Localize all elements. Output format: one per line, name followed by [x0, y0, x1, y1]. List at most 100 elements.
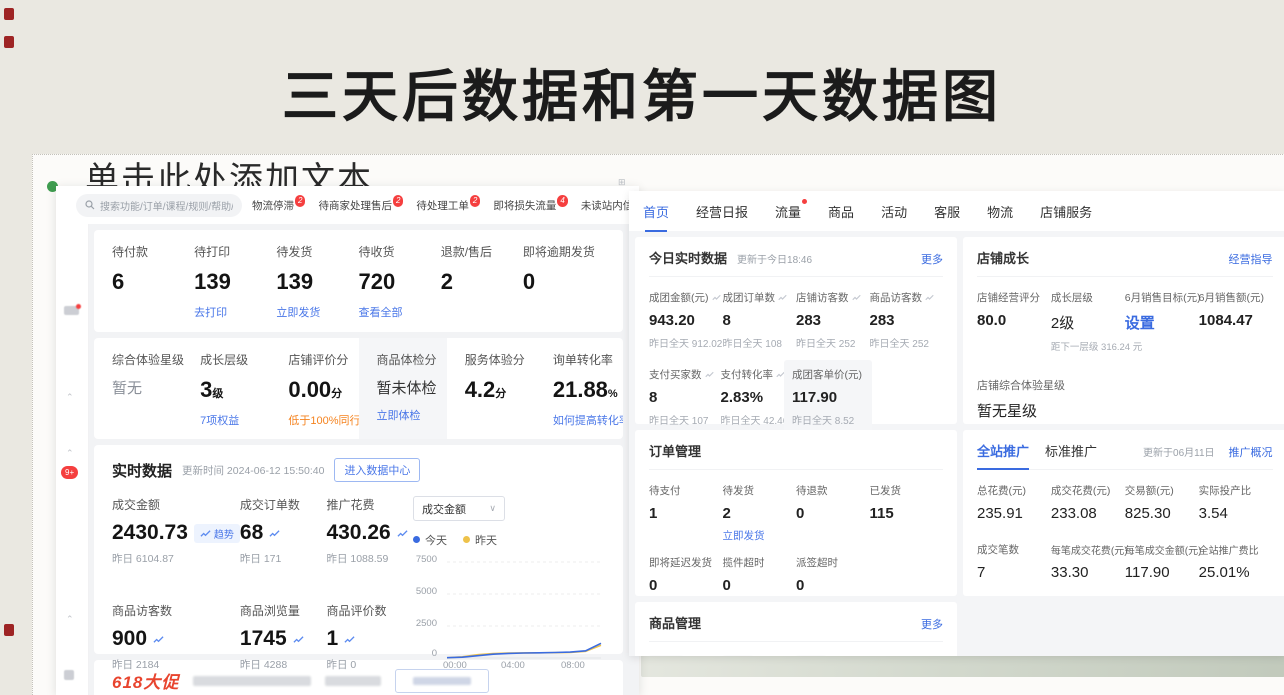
guidance-link[interactable]: 经营指导 — [1229, 251, 1273, 267]
metric-value: 117.90 — [1125, 564, 1199, 581]
edge-artifact — [4, 624, 14, 636]
legend-today[interactable]: 今天 — [413, 532, 447, 548]
nav-item-workorder[interactable]: 待处理工单2 — [416, 198, 480, 213]
benefits-link[interactable]: 7项权益 — [200, 412, 270, 428]
stat-label: 询单转化率 — [553, 351, 623, 368]
promotion-card: 全站推广 标准推广 更新于06月11日 推广概况 总花费(元)235.91 成交… — [963, 430, 1284, 596]
chevron-up-icon[interactable]: ⌃ — [66, 392, 74, 403]
left-dashboard: 治 搜索功能/订单/课程/规则/帮助/服务 物流停滞2 待商家处理售后2 待处理… — [56, 186, 639, 695]
check-now-link[interactable]: 立即体检 — [377, 407, 447, 423]
sidebar-badge: 9+ — [61, 466, 78, 479]
search-input[interactable]: 搜索功能/订单/课程/规则/帮助/服务 — [76, 194, 242, 217]
tab-service[interactable]: 客服 — [934, 202, 960, 221]
stat-label: 店铺评价分 — [288, 351, 358, 368]
data-center-button[interactable]: 进入数据中心 — [334, 458, 420, 482]
search-placeholder: 搜索功能/订单/课程/规则/帮助/服务 — [100, 198, 233, 213]
metric-value: 2430.73 — [112, 521, 188, 545]
promo-overview-link[interactable]: 推广概况 — [1229, 444, 1273, 460]
tab-traffic[interactable]: 流量 — [775, 202, 801, 221]
stat-value: 720 — [359, 269, 441, 295]
metric-sub: 昨日全天 912.02 — [649, 335, 723, 350]
metric-value: 8 — [649, 389, 721, 406]
nav-item-aftersale[interactable]: 待商家处理售后2 — [318, 198, 403, 213]
stat-value: 暂未体检 — [377, 377, 447, 398]
mini-chart-block: 成交金额∨ 今天 昨天 7500 5000 2500 0 — [413, 496, 605, 682]
tab-standard-promo[interactable]: 标准推广 — [1045, 441, 1097, 460]
tab-shop-services[interactable]: 店铺服务 — [1040, 202, 1092, 221]
stat-label: 服务体验分 — [465, 351, 535, 368]
chart-metric-select[interactable]: 成交金额∨ — [413, 496, 505, 521]
trend-icon — [925, 293, 934, 302]
trend-icon[interactable] — [397, 528, 408, 539]
tab-home[interactable]: 首页 — [643, 202, 669, 221]
metric-label: 商品浏览量 — [240, 602, 327, 619]
nav-item-traffic-loss[interactable]: 即将损失流量4 — [493, 198, 567, 213]
order-stats-card: 待付款6 待打印139去打印 待发货139立即发货 待收货720查看全部 退款/… — [94, 230, 623, 332]
improve-conversion-link[interactable]: 如何提高转化率 — [553, 412, 623, 428]
metric-sub: 昨日 171 — [240, 551, 327, 566]
more-link[interactable]: 更多 — [921, 616, 943, 632]
chevron-up-icon[interactable]: ⌃ — [66, 448, 74, 459]
trend-icon[interactable] — [153, 634, 164, 645]
metric-label: 推广花费 — [326, 496, 413, 513]
tab-logistics[interactable]: 物流 — [987, 202, 1013, 221]
metric-value: 1 — [649, 505, 723, 522]
chart-canvas — [441, 555, 605, 663]
view-all-link[interactable]: 查看全部 — [359, 304, 441, 320]
metric-label: 商品评价数 — [326, 602, 413, 619]
ship-now-link[interactable]: 立即发货 — [723, 528, 797, 543]
set-target-link[interactable]: 设置 — [1125, 312, 1199, 333]
tab-products[interactable]: 商品 — [828, 202, 854, 221]
y-tick: 7500 — [413, 554, 437, 565]
shop-score-card: 综合体验星级暂无 成长层级3级7项权益 店铺评价分0.00分低于100%同行 商… — [94, 338, 623, 439]
tab-daily-report[interactable]: 经营日报 — [696, 202, 748, 221]
trend-icon[interactable] — [293, 634, 304, 645]
metric-value: 80.0 — [977, 312, 1051, 329]
metric-sub: 昨日 1088.59 — [326, 551, 413, 566]
metric-sub: 昨日全天 107 — [649, 412, 721, 427]
next-level-hint: 距下一层级 316.24 元 — [1051, 339, 1125, 353]
legend-yesterday[interactable]: 昨天 — [463, 532, 497, 548]
y-tick: 0 — [413, 648, 437, 659]
metric-sub: 昨日全天 8.52 — [792, 412, 864, 427]
nav-item-logistics[interactable]: 物流停滞2 — [252, 198, 305, 213]
metric-value: 283 — [870, 312, 944, 329]
badge: 2 — [295, 195, 305, 207]
trend-icon — [852, 293, 861, 302]
star-label: 店铺综合体验星级 — [977, 377, 1273, 393]
metric-value: 115 — [870, 505, 944, 522]
trend-chip[interactable]: 趋势 — [194, 524, 240, 543]
tab-activities[interactable]: 活动 — [881, 202, 907, 221]
badge: 2 — [470, 195, 480, 207]
metric-label: 成交订单数 — [240, 496, 327, 513]
trend-icon[interactable] — [344, 634, 355, 645]
metric-value: 25.01% — [1199, 564, 1273, 581]
metric-value: 283 — [796, 312, 870, 329]
stat-value: 2 — [441, 269, 523, 295]
stat-label: 综合体验星级 — [112, 351, 182, 368]
card-title: 店铺成长 — [977, 248, 1029, 267]
sidebar-icon-blur[interactable] — [64, 670, 74, 680]
metric-value: 7 — [977, 564, 1051, 581]
tab-sitewide-promo[interactable]: 全站推广 — [977, 441, 1029, 460]
more-link[interactable]: 更多 — [921, 251, 943, 267]
trend-icon — [712, 293, 721, 302]
card-title: 商品管理 — [649, 613, 701, 632]
page-title: 三天后数据和第一天数据图 — [0, 52, 1284, 133]
product-management-card: 商品管理 更多 — [635, 602, 957, 656]
realtime-title: 实时数据 — [112, 460, 172, 481]
metric-value: 900 — [112, 627, 147, 651]
go-print-link[interactable]: 去打印 — [194, 304, 276, 320]
chevron-up-icon[interactable]: ⌃ — [66, 614, 74, 625]
stat-label: 待收货 — [359, 243, 441, 260]
ship-now-link[interactable]: 立即发货 — [276, 304, 358, 320]
right-tab-bar: 首页 经营日报 流量 商品 活动 客服 物流 店铺服务 — [629, 191, 1284, 231]
metric-value: 2.83% — [721, 389, 793, 406]
metric-sub: 昨日全天 252 — [796, 335, 870, 350]
metric-value: 430.26 — [326, 521, 390, 545]
realtime-data-card: 实时数据 更新时间 2024-06-12 15:50:40 进入数据中心 成交金… — [94, 445, 623, 654]
stat-value: 暂无 — [112, 377, 182, 398]
below-peers-link[interactable]: 低于100%同行 — [288, 412, 358, 428]
trend-icon[interactable] — [269, 528, 280, 539]
right-dashboard: 首页 经营日报 流量 商品 活动 客服 物流 店铺服务 今日实时数据 更新于今日… — [629, 191, 1284, 656]
